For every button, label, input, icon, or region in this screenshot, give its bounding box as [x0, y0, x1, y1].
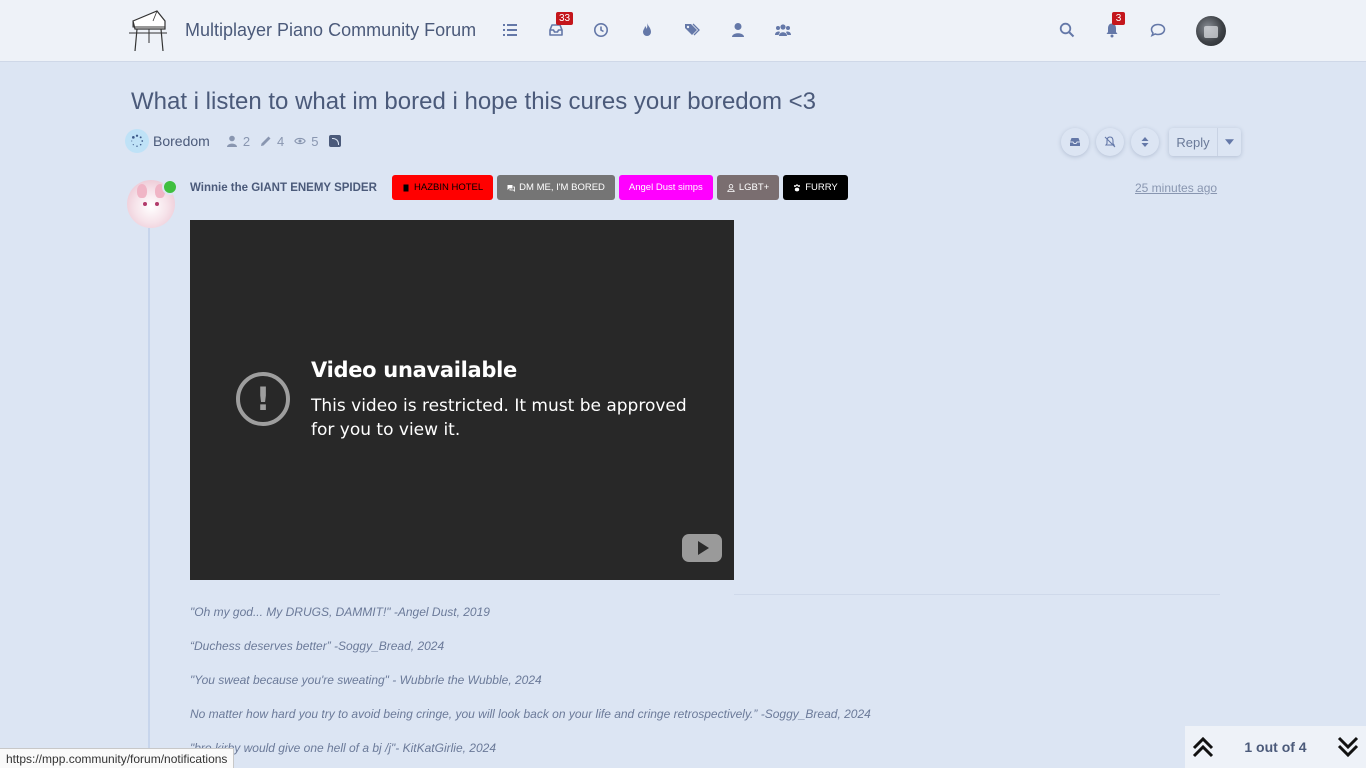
- user-icon: [226, 135, 237, 147]
- categories-icon[interactable]: [499, 19, 521, 41]
- badge-lgbt[interactable]: LGBT+: [716, 175, 780, 200]
- badge-furry[interactable]: FURRY: [783, 175, 848, 200]
- browser-status-bar: https://mpp.community/forum/notification…: [0, 748, 235, 768]
- inbox-button[interactable]: [1061, 128, 1089, 156]
- paw-icon: [794, 183, 801, 191]
- user-badges: HAZBIN HOTEL DM ME, I'M BORED Angel Dust…: [392, 175, 852, 200]
- search-icon[interactable]: [1056, 19, 1078, 41]
- video-error-message: This video is restricted. It must be app…: [311, 396, 687, 440]
- post-timeline: [148, 228, 150, 768]
- topic-meta: Boredom 2 4 5: [125, 129, 341, 153]
- rss-icon[interactable]: [328, 135, 341, 147]
- badge-dm-me[interactable]: DM ME, I'M BORED: [497, 175, 615, 200]
- eye-icon: [294, 137, 307, 145]
- views-count: 5: [311, 133, 319, 149]
- tags-icon[interactable]: [681, 19, 703, 41]
- category-link[interactable]: Boredom: [153, 133, 210, 149]
- caret-down-icon: [1225, 139, 1234, 145]
- piano-logo[interactable]: [127, 7, 169, 53]
- hotel-icon: [403, 184, 409, 191]
- comments-icon: [507, 184, 516, 192]
- views-stat: 5: [294, 133, 319, 149]
- badge-angel-dust-simps[interactable]: Angel Dust simps: [618, 175, 713, 200]
- quote-line: No matter how hard you try to avoid bein…: [190, 707, 871, 721]
- popular-icon[interactable]: [636, 19, 658, 41]
- youtube-embed[interactable]: ! Video unavailable This video is restri…: [190, 220, 734, 580]
- site-title[interactable]: Multiplayer Piano Community Forum: [185, 20, 476, 41]
- topic-title: What i listen to what im bored i hope th…: [131, 88, 817, 115]
- scroll-to-bottom-icon[interactable]: [1330, 726, 1366, 768]
- chats-icon[interactable]: [1147, 19, 1169, 41]
- pagination-bar: 1 out of 4: [1185, 726, 1366, 768]
- users-icon[interactable]: [727, 19, 749, 41]
- posters-count: 2: [242, 133, 251, 149]
- sort-icon: [1141, 137, 1149, 147]
- video-error-title: Video unavailable: [311, 358, 517, 382]
- online-status-indicator: [162, 179, 178, 195]
- posts-stat: 4: [260, 134, 284, 149]
- youtube-play-icon[interactable]: [682, 534, 722, 562]
- user-avatar[interactable]: [1196, 16, 1226, 46]
- groups-icon[interactable]: [772, 19, 794, 41]
- pencil-icon: [261, 136, 271, 146]
- scroll-to-top-icon[interactable]: [1185, 726, 1221, 768]
- sort-button[interactable]: [1131, 128, 1159, 156]
- posts-count: 4: [277, 133, 285, 149]
- unread-badge: 33: [556, 12, 574, 25]
- bell-slash-icon: [1104, 136, 1116, 148]
- recent-icon[interactable]: [590, 19, 612, 41]
- post-author-name[interactable]: Winnie the GIANT ENEMY SPIDER: [190, 182, 377, 194]
- quote-line: "Oh my god... My DRUGS, DAMMIT!" -Angel …: [190, 605, 490, 619]
- post-divider: [734, 594, 1220, 595]
- reply-button[interactable]: Reply: [1169, 128, 1217, 156]
- pagination-label[interactable]: 1 out of 4: [1221, 739, 1330, 755]
- quote-line: “Duchess deserves better” -Soggy_Bread, …: [190, 639, 445, 653]
- user-icon: [727, 183, 735, 192]
- notifications-badge: 3: [1112, 12, 1125, 25]
- reply-button-group: Reply: [1169, 128, 1241, 156]
- badge-hazbin-hotel[interactable]: HAZBIN HOTEL: [392, 175, 494, 200]
- reply-options-button[interactable]: [1217, 128, 1241, 156]
- top-navbar: Multiplayer Piano Community Forum 33 3: [0, 0, 1366, 62]
- inbox-icon: [1070, 138, 1080, 146]
- exclamation-icon: !: [236, 372, 290, 426]
- unread-icon[interactable]: 33: [545, 12, 574, 41]
- category-icon[interactable]: [125, 129, 149, 153]
- post-timestamp[interactable]: 25 minutes ago: [1135, 181, 1217, 195]
- quote-line: "You sweat because you're sweating" - Wu…: [190, 673, 542, 687]
- watch-button[interactable]: [1096, 128, 1124, 156]
- posters-stat: 2: [226, 134, 250, 149]
- quote-line: "bro kirby would give one hell of a bj /…: [190, 741, 497, 755]
- notifications-icon[interactable]: 3: [1101, 12, 1125, 41]
